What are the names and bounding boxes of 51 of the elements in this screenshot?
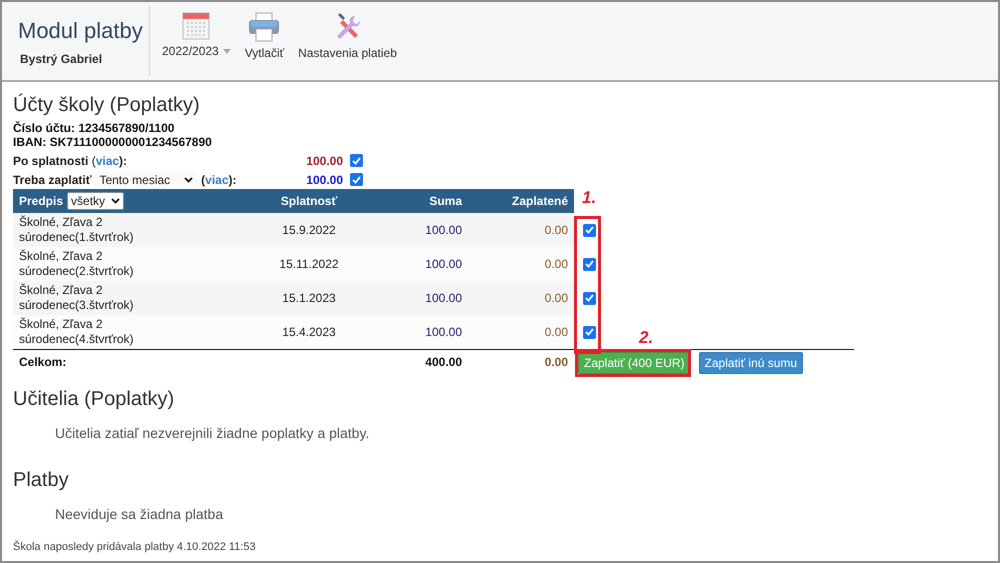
table-cell: 100.00: [377, 281, 468, 315]
toolbar-button[interactable]: 2022/2023: [162, 12, 231, 80]
checkbox[interactable]: [582, 326, 596, 338]
to-pay-amount: 100.00: [305, 172, 343, 186]
annotation-number: 2.: [639, 328, 654, 348]
to-pay-label: Treba zaplatiť: [13, 172, 92, 186]
overdue-amount: 100.00: [305, 154, 343, 168]
column-header: Suma: [377, 189, 468, 213]
empty-message: Učitelia zatiaľ nezverejnili žiadne poplatky a platby.: [55, 425, 370, 441]
total-label: Celkom:: [13, 349, 241, 374]
calendar-icon: [182, 12, 210, 40]
table-cell: 0.00: [468, 213, 574, 247]
more-link-group: (viac):: [201, 172, 237, 186]
section-heading: Platby: [13, 469, 70, 492]
overdue-label: Po splatnosti (viac):: [13, 154, 128, 168]
total-amount: 400.00: [377, 349, 468, 374]
column-header: Zaplatené: [468, 189, 574, 213]
chevron-icon: [111, 198, 120, 204]
printer-icon: [247, 12, 282, 42]
checkbox[interactable]: [582, 258, 596, 270]
iban: IBAN: SK7111000000001234567890: [13, 135, 213, 149]
empty-message: Neeviduje sa žiadna platba: [55, 506, 224, 522]
module-title: Modul platby: [18, 18, 144, 44]
more-link[interactable]: viac: [205, 172, 229, 186]
toolbar-button[interactable]: Nastavenia platieb: [298, 12, 397, 80]
table-cell: 15.1.2023: [241, 281, 377, 315]
caret-icon: [222, 48, 231, 54]
table-cell: 100.00: [377, 213, 468, 247]
footer-note: Škola naposledy pridávala platby 4.10.2022 11:53: [13, 541, 257, 553]
column-header: Predpis: [19, 194, 64, 208]
filter-select[interactable]: všetky: [67, 192, 124, 210]
table-cell: Školné, Zľava 2 súrodenec(1.štvrťrok): [13, 213, 241, 247]
account-number: Číslo účtu: 1234567890/1100: [13, 121, 176, 135]
table-cell: 0.00: [468, 281, 574, 315]
table-cell: 15.9.2022: [241, 213, 377, 247]
table-cell: Školné, Zľava 2 súrodenec(3.štvrťrok): [13, 281, 241, 315]
chevron-icon: [184, 176, 194, 182]
user-name: Bystrý Gabriel: [20, 52, 104, 66]
checkbox[interactable]: [582, 224, 596, 236]
total-paid: 0.00: [468, 349, 574, 374]
more-link[interactable]: viac: [96, 154, 120, 168]
section-heading: Učitelia (Poplatky): [13, 388, 176, 411]
annotation-number: 1.: [582, 188, 596, 208]
toolbar-button[interactable]: Vytlačiť: [244, 12, 284, 80]
checkbox[interactable]: [350, 173, 363, 186]
period-select[interactable]: Tento mesiac: [95, 172, 198, 188]
column-header: Splatnosť: [241, 189, 377, 213]
checkbox[interactable]: [582, 292, 596, 304]
section-heading: Účty školy (Poplatky): [13, 94, 201, 117]
checkbox[interactable]: [350, 154, 363, 167]
pay-other-button[interactable]: Zaplatiť inú sumu: [698, 352, 804, 374]
